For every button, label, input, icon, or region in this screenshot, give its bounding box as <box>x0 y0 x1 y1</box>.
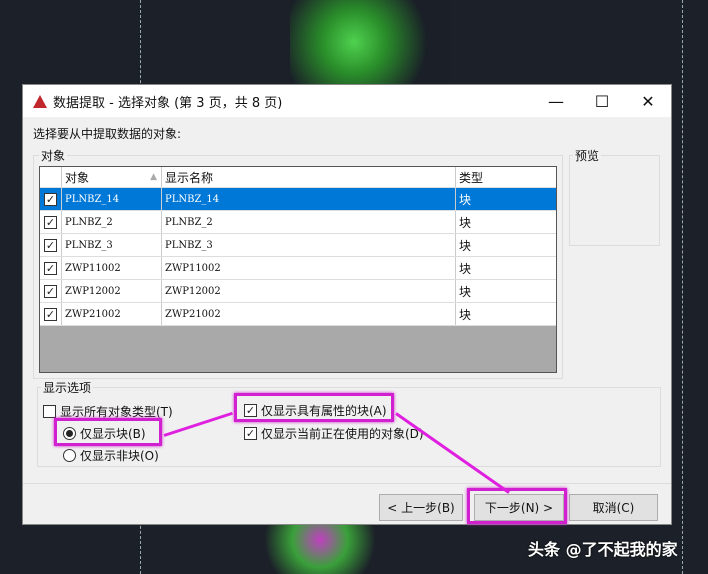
object-type: 块 <box>459 215 472 230</box>
object-name: ZWP11002 <box>62 257 162 279</box>
title-bar: 数据提取 - 选择对象 (第 3 页，共 8 页) — ☐ ✕ <box>23 85 671 117</box>
minimize-icon[interactable]: — <box>533 92 579 111</box>
non-blocks-only-radio[interactable]: 仅显示非块(O) <box>63 447 159 464</box>
watermark: 头条 @了不起我的家 <box>528 540 678 559</box>
row-checkbox[interactable]: ✓ <box>44 307 57 321</box>
column-object[interactable]: 对象 ▲ <box>62 167 162 187</box>
row-checkbox[interactable]: ✓ <box>44 192 57 206</box>
object-name: PLNBZ_2 <box>62 211 162 233</box>
display-options-label: 显示选项 <box>41 379 94 396</box>
object-type: 块 <box>459 192 472 207</box>
display-name[interactable]: ZWP11002 <box>162 257 456 279</box>
table-row[interactable]: ✓ PLNBZ_14 PLNBZ_14 块 <box>40 188 556 211</box>
column-display-name[interactable]: 显示名称 <box>162 167 456 187</box>
display-name[interactable]: PLNBZ_14 <box>162 188 456 210</box>
data-extraction-dialog: 数据提取 - 选择对象 (第 3 页，共 8 页) — ☐ ✕ 选择要从中提取数… <box>22 84 672 525</box>
table-row[interactable]: ✓ ZWP12002 ZWP12002 块 <box>40 280 556 303</box>
objects-table: 对象 ▲ 显示名称 类型 ✓ PLNBZ_14 PLNBZ_14 块 ✓ PLNBZ… <box>39 166 557 373</box>
display-name[interactable]: PLNBZ_2 <box>162 211 456 233</box>
highlight-box <box>234 393 394 422</box>
object-name: ZWP12002 <box>62 280 162 302</box>
prompt-label: 选择要从中提取数据的对象: <box>33 127 182 141</box>
drawing-line <box>682 0 683 574</box>
cad-drawing-background <box>260 525 380 574</box>
row-checkbox[interactable]: ✓ <box>44 261 57 275</box>
sort-asc-icon: ▲ <box>150 172 157 182</box>
object-type: 块 <box>459 307 472 322</box>
table-row[interactable]: ✓ ZWP21002 ZWP21002 块 <box>40 303 556 326</box>
close-icon[interactable]: ✕ <box>625 92 671 111</box>
dialog-title: 数据提取 - 选择对象 (第 3 页，共 8 页) <box>53 95 283 111</box>
table-row[interactable]: ✓ ZWP11002 ZWP11002 块 <box>40 257 556 280</box>
objects-group-label: 对象 <box>39 147 68 164</box>
column-type[interactable]: 类型 <box>456 167 556 187</box>
back-button[interactable]: < 上一步(B) <box>379 494 463 521</box>
cancel-button[interactable]: 取消(C) <box>569 494 658 521</box>
object-name: PLNBZ_14 <box>62 188 162 210</box>
preview-label: 预览 <box>573 147 602 164</box>
row-checkbox[interactable]: ✓ <box>44 284 57 298</box>
in-use-checkbox[interactable]: ✓ 仅显示当前正在使用的对象(D) <box>244 425 424 442</box>
object-type: 块 <box>459 284 472 299</box>
table-row[interactable]: ✓ PLNBZ_2 PLNBZ_2 块 <box>40 211 556 234</box>
preview-box <box>569 155 660 246</box>
object-name: ZWP21002 <box>62 303 162 325</box>
object-name: PLNBZ_3 <box>62 234 162 256</box>
cad-drawing-background <box>290 0 450 84</box>
maximize-icon[interactable]: ☐ <box>579 92 625 111</box>
autocad-logo-icon <box>33 94 47 108</box>
row-checkbox[interactable]: ✓ <box>44 238 57 252</box>
object-type: 块 <box>459 238 472 253</box>
display-name[interactable]: ZWP12002 <box>162 280 456 302</box>
display-name[interactable]: ZWP21002 <box>162 303 456 325</box>
object-type: 块 <box>459 261 472 276</box>
table-row[interactable]: ✓ PLNBZ_3 PLNBZ_3 块 <box>40 234 556 257</box>
table-header: 对象 ▲ 显示名称 类型 <box>40 167 556 188</box>
display-name[interactable]: PLNBZ_3 <box>162 234 456 256</box>
highlight-box <box>467 488 567 524</box>
row-checkbox[interactable]: ✓ <box>44 215 57 229</box>
highlight-box <box>54 418 162 446</box>
